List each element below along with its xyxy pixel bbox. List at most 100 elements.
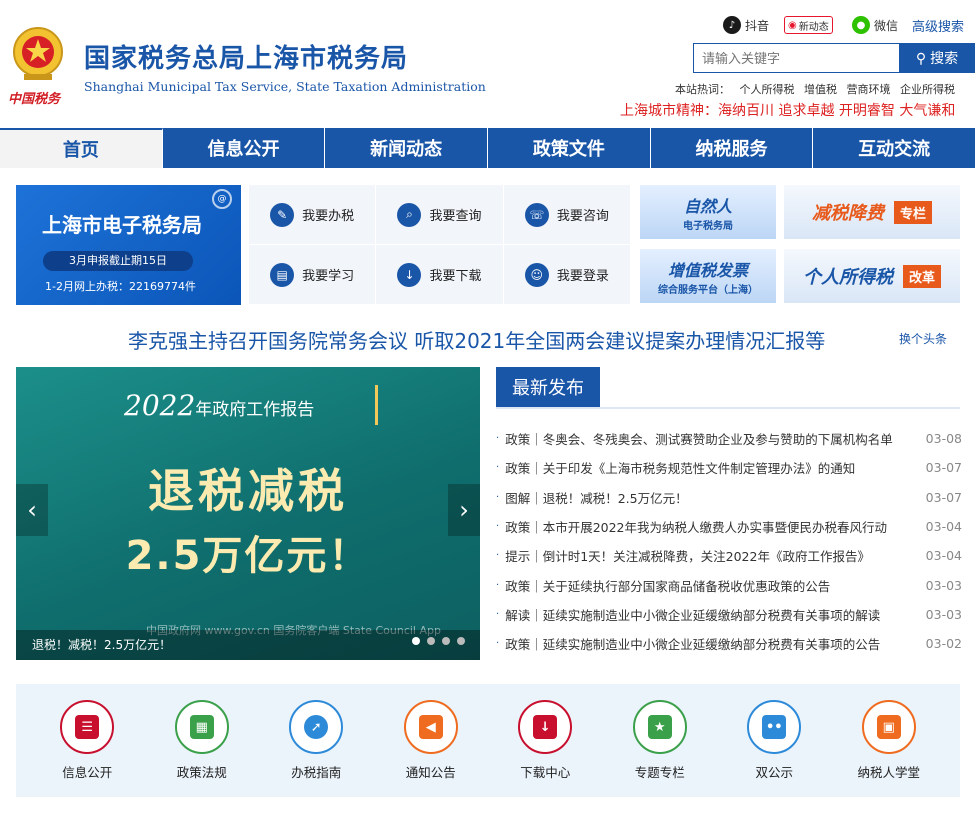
promo-tag: 专栏 [893,200,932,224]
news-item[interactable]: · 政策｜冬奥会、冬残奥会、测试赛赞助企业及参与赞助的下属机构名单 03-08 [496,424,962,453]
carousel-dot[interactable] [457,637,465,645]
quick-link-info-disclosure[interactable]: ☰ 信息公开 [37,700,137,781]
emblem-text: 中国税务 [8,92,61,107]
hot-word[interactable]: 营商环境 [847,83,891,96]
hot-word[interactable]: 个人所得税 [740,83,795,96]
carousel-prev-button[interactable]: ‹ [16,484,48,536]
natural-person-etax-promo[interactable]: 自然人 电子税务局 [640,185,776,239]
news-date: 03-08 [925,431,962,447]
tax-filing-icon: ✎ [270,202,295,227]
quick-link-double-publicity[interactable]: •• 双公示 [724,700,824,781]
news-date: 03-03 [925,577,962,593]
douyin-link[interactable]: ♪ 抖音 [723,14,769,36]
carousel-dot[interactable] [427,637,435,645]
query-icon: ⌕ [397,202,422,227]
banner-carousel[interactable]: 2022年政府工作报告 退税减税 2.5万亿元！ 中国政府网 www.gov.c… [16,367,480,660]
emblem-logo: 中国税务 [6,26,70,107]
quick-services: ✎ 我要办税 ⌕ 我要查询 ☏ 我要咨询 ▤ 我要学习 ↓ 我要下载 ☺ 我要登… [249,185,631,305]
quick-link-downloads[interactable]: ↓ 下载中心 [495,700,595,781]
quick-service-consult[interactable]: ☏ 我要咨询 [503,185,631,245]
consult-icon: ☏ [524,202,549,227]
carousel-dot[interactable] [442,637,450,645]
carousel-dot[interactable] [412,637,420,645]
quick-service-login[interactable]: ☺ 我要登录 [503,245,631,305]
news-item[interactable]: · 提示｜倒计时1天！关注减税降费，关注2022年《政府工作报告》 03-04 [496,541,962,570]
quick-link-label: 信息公开 [62,765,113,780]
news-date: 03-04 [925,548,962,564]
main-nav: 首页 信息公开 新闻动态 政策文件 纳税服务 互动交流 [0,128,975,168]
search-input[interactable] [693,43,899,73]
quick-link-label: 双公示 [755,765,793,780]
wechat-link[interactable]: ● 微信 [852,14,898,36]
etax-count: 1-2月网上办税：22169774件 [45,280,196,293]
etax-bureau-tile[interactable]: 上海市电子税务局 @ 3月申报截止期15日 1-2月网上办税：22169774件 [16,185,241,305]
news-title: 政策｜关于印发《上海市税务规范性文件制定管理办法》的通知 [505,461,856,477]
quick-links-bar: ☰ 信息公开 ▦ 政策法规 ➚ 办税指南 ◀ 通知公告 ↓ 下载中心 ★ 专题专… [16,684,960,797]
news-tab-divider [496,407,960,409]
nav-item-tax-service[interactable]: 纳税服务 [651,128,814,168]
news-title: 图解｜退税！减税！2.5万亿元！ [505,490,688,506]
news-date: 03-02 [925,636,962,652]
quick-service-download[interactable]: ↓ 我要下载 [376,245,504,305]
iit-reform-promo[interactable]: 个人所得税 改革 [784,249,960,303]
classroom-icon: ▣ [876,715,901,739]
etax-title: 上海市电子税务局 [42,213,202,237]
nav-item-news[interactable]: 新闻动态 [325,128,489,168]
study-icon: ▤ [270,262,295,287]
nav-item-info-disclosure[interactable]: 信息公开 [163,128,326,168]
compass-icon: ➚ [304,715,329,739]
policy-book-icon: ▦ [189,715,214,739]
nav-item-home[interactable]: 首页 [0,128,163,168]
hot-word[interactable]: 增值税 [804,83,837,96]
quick-link-topics[interactable]: ★ 专题专栏 [610,700,710,781]
hot-word[interactable]: 企业所得税 [900,83,955,96]
quick-link-taxpayer-school[interactable]: ▣ 纳税人学堂 [839,700,939,781]
site-subtitle: Shanghai Municipal Tax Service, State Ta… [84,79,486,94]
quick-service-file-tax[interactable]: ✎ 我要办税 [249,185,377,245]
news-list: · 政策｜冬奥会、冬残奥会、测试赛赞助企业及参与赞助的下属机构名单 03-08 · 政… [496,424,962,658]
promo-title: 个人所得税 [802,267,893,288]
city-spirit: 上海城市精神：海纳百川 追求卓越 开明睿智 大气谦和 [620,103,956,119]
search-icon: ⚲ [915,49,927,66]
news-item[interactable]: · 政策｜本市开展2022年我为纳税人缴费人办实事暨便民办税春风行动 03-04 [496,512,962,541]
carousel-next-button[interactable]: › [448,484,480,536]
news-item[interactable]: · 图解｜退税！减税！2.5万亿元！ 03-07 [496,483,962,512]
banner-year-title: 2022年政府工作报告 [124,389,315,422]
chevron-right-icon: › [459,496,469,524]
quick-service-label: 我要办税 [302,209,355,224]
speaker-icon: ◀ [418,715,443,739]
news-title: 提示｜倒计时1天！关注减税降费，关注2022年《政府工作报告》 [505,549,870,565]
quick-link-label: 下载中心 [520,765,571,780]
quick-service-query[interactable]: ⌕ 我要查询 [376,185,504,245]
site-title[interactable]: 国家税务总局上海市税务局 [84,38,408,75]
quick-link-label: 纳税人学堂 [857,765,920,780]
vat-invoice-promo[interactable]: 增值税发票 综合服务平台（上海） [640,249,776,303]
promo-title: 自然人 [683,196,732,216]
news-item[interactable]: · 政策｜关于印发《上海市税务规范性文件制定管理办法》的通知 03-07 [496,453,962,482]
quick-link-label: 专题专栏 [634,765,685,780]
banner-caption[interactable]: 退税！减税！2.5万亿元！ [16,630,480,660]
login-icon: ☺ [524,262,549,287]
quick-link-guide[interactable]: ➚ 办税指南 [266,700,366,781]
search-button[interactable]: ⚲ 搜索 [899,43,975,73]
news-item[interactable]: · 政策｜延续实施制造业中小微企业延缓缴纳部分税费有关事项的公告 03-02 [496,629,962,658]
nav-item-interaction[interactable]: 互动交流 [813,128,975,168]
advanced-search-link[interactable]: 高级搜索 [912,14,964,36]
headline-link[interactable]: 李克强主持召开国务院常务会议 听取2021年全国两会建议提案办理情况汇报等 [128,325,825,354]
news-item[interactable]: · 政策｜关于延续执行部分国家商品储备税收优惠政策的公告 03-03 [496,570,962,599]
tax-cut-column-promo[interactable]: 减税降费 专栏 [784,185,960,239]
tab-latest-releases[interactable]: 最新发布 [496,367,600,407]
promo-title: 减税降费 [811,203,884,224]
promo-tag: 改革 [902,264,941,288]
quick-link-policy[interactable]: ▦ 政策法规 [152,700,252,781]
news-item[interactable]: · 解读｜延续实施制造业中小微企业延缓缴纳部分税费有关事项的解读 03-03 [496,600,962,629]
nav-item-policy[interactable]: 政策文件 [488,128,651,168]
switch-headline-link[interactable]: 换个头条 [899,330,947,347]
wechat-icon: ● [852,16,870,34]
quick-link-notices[interactable]: ◀ 通知公告 [381,700,481,781]
douyin-label: 抖音 [745,18,770,33]
promo-subtitle: 电子税务局 [683,220,733,232]
quick-service-study[interactable]: ▤ 我要学习 [249,245,377,305]
chevron-left-icon: ‹ [27,496,37,524]
weibo-link[interactable]: ◉ 新动态 [784,14,833,36]
